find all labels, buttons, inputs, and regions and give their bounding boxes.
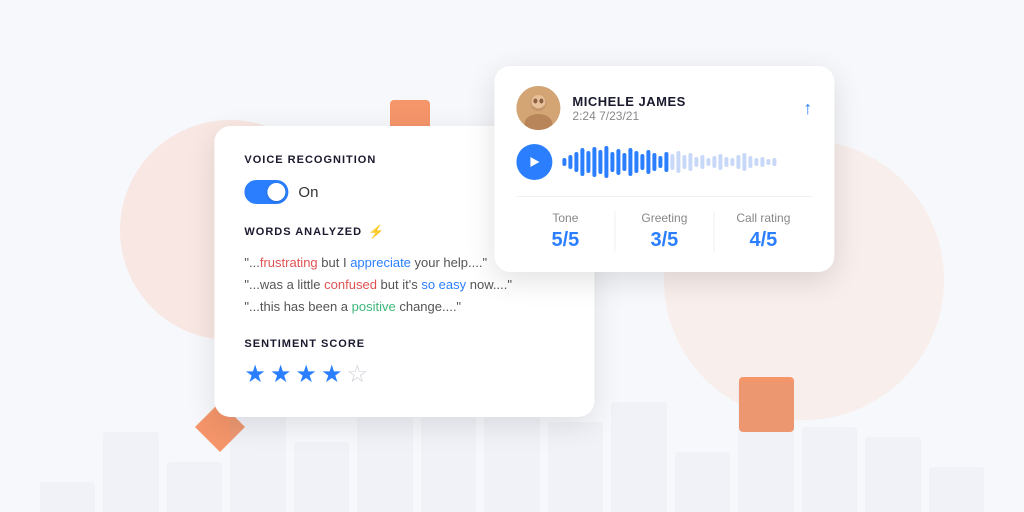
metric-tone: Tone 5/5 — [516, 211, 615, 252]
star-4: ★ — [321, 360, 343, 389]
metric-value: 4/5 — [714, 229, 812, 252]
wave-bar — [682, 155, 686, 169]
metric-label: Tone — [516, 211, 614, 225]
wave-bar — [760, 157, 764, 167]
wave-bar — [748, 156, 752, 168]
wave-bar — [742, 153, 746, 171]
bg-bar — [103, 432, 158, 512]
share-icon[interactable]: ↑ — [803, 98, 812, 119]
user-meta: 2:24 7/23/21 — [572, 109, 685, 123]
wave-bar — [688, 153, 692, 171]
star-5: ☆ — [346, 360, 368, 389]
wave-bar — [694, 157, 698, 167]
word-positive: positive — [352, 299, 396, 314]
sentiment-section: SENTIMENT SCORE ★★★★☆ — [244, 338, 564, 389]
word-confused: confused — [324, 277, 377, 292]
bg-bar — [40, 482, 95, 512]
wave-bar — [754, 158, 758, 166]
metric-value: 5/5 — [516, 229, 614, 252]
wave-bar — [592, 147, 596, 177]
bg-bar — [675, 452, 730, 512]
word-line-2: "...was a little confused but it's so ea… — [244, 274, 564, 296]
audio-user-info: MICHELE JAMES 2:24 7/23/21 — [572, 94, 685, 123]
wave-bar — [736, 155, 740, 169]
wave-bar — [622, 153, 626, 171]
bg-bar — [167, 462, 222, 512]
wave-bar — [706, 158, 710, 166]
avatar — [516, 86, 560, 130]
metrics-row: Tone 5/5 Greeting 3/5 Call rating 4/5 — [516, 196, 812, 252]
sentiment-stars: ★★★★☆ — [244, 360, 564, 389]
play-button[interactable] — [516, 144, 552, 180]
waveform — [562, 144, 812, 180]
toggle-label: On — [298, 184, 318, 201]
metric-value: 3/5 — [615, 229, 713, 252]
word-line-3: "...this has been a positive change...." — [244, 296, 564, 318]
wave-bar — [616, 149, 620, 175]
wave-bar — [604, 146, 608, 178]
wave-bar — [562, 158, 566, 166]
wave-bar — [598, 150, 602, 174]
bg-bar — [929, 467, 984, 512]
audio-user: MICHELE JAMES 2:24 7/23/21 — [516, 86, 685, 130]
metric-label: Greeting — [615, 211, 713, 225]
metric-label: Call rating — [714, 211, 812, 225]
audio-header: MICHELE JAMES 2:24 7/23/21 ↑ — [516, 86, 812, 130]
wave-bar — [640, 154, 644, 170]
wave-bar — [628, 148, 632, 176]
star-2: ★ — [270, 360, 292, 389]
wave-bar — [730, 158, 734, 166]
play-icon — [530, 157, 539, 167]
player-row — [516, 144, 812, 180]
wave-bar — [766, 159, 770, 165]
sentiment-title: SENTIMENT SCORE — [244, 338, 564, 350]
wave-bar — [772, 158, 776, 166]
wave-bar — [724, 157, 728, 167]
audio-player-card: MICHELE JAMES 2:24 7/23/21 ↑ Tone 5/5 Gr… — [494, 66, 834, 272]
user-name: MICHELE JAMES — [572, 94, 685, 109]
voice-recognition-toggle[interactable] — [244, 180, 288, 204]
wave-bar — [580, 148, 584, 176]
metric-greeting: Greeting 3/5 — [615, 211, 714, 252]
wave-bar — [712, 156, 716, 168]
star-1: ★ — [244, 360, 266, 389]
wave-bar — [634, 151, 638, 173]
bg-bar — [865, 437, 920, 512]
wave-bar — [586, 151, 590, 173]
wave-bar — [568, 155, 572, 169]
wave-bar — [718, 154, 722, 170]
wave-bar — [664, 152, 668, 172]
wave-bar — [574, 152, 578, 172]
wave-bar — [610, 152, 614, 172]
wave-bar — [676, 151, 680, 173]
wave-bar — [652, 153, 656, 171]
wave-bar — [700, 155, 704, 169]
word-frustrating: frustrating — [260, 255, 318, 270]
wave-bar — [658, 156, 662, 168]
metric-call-rating: Call rating 4/5 — [714, 211, 812, 252]
wave-bar — [646, 150, 650, 174]
star-3: ★ — [295, 360, 317, 389]
bg-bar — [294, 442, 349, 512]
cards-wrapper: VOICE RECOGNITION On WORDS ANALYZED ⚡ ".… — [214, 66, 834, 446]
wave-bar — [670, 154, 674, 170]
word-appreciate: appreciate — [350, 255, 411, 270]
words-icon: ⚡ — [368, 224, 385, 240]
word-easy: so easy — [421, 277, 466, 292]
